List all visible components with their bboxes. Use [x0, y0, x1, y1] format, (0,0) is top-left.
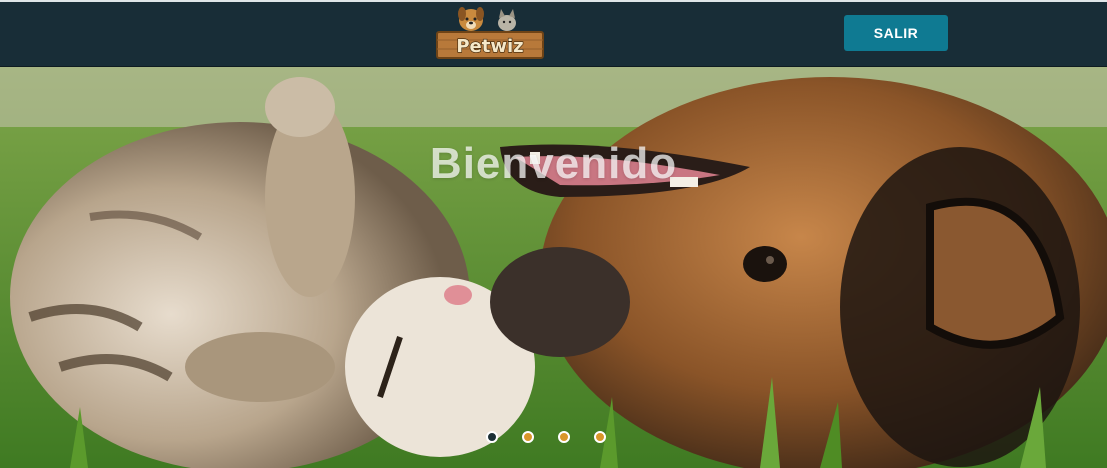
- top-navbar: Petwiz SALIR: [0, 0, 1107, 67]
- cat-and-dog-playing-photo-icon: [0, 67, 1107, 468]
- carousel-dot-4[interactable]: [594, 431, 606, 443]
- logo-text: Petwiz: [456, 36, 523, 57]
- carousel-dot-3[interactable]: [558, 431, 570, 443]
- petwiz-logo[interactable]: Petwiz: [435, 2, 545, 62]
- exit-button[interactable]: SALIR: [844, 15, 948, 51]
- hero-title: Bienvenido: [429, 139, 678, 188]
- carousel-dot-1[interactable]: [486, 431, 498, 443]
- dog-and-cat-logo-icon: Petwiz: [436, 7, 544, 59]
- carousel-indicators: [486, 431, 606, 447]
- carousel-dot-2[interactable]: [522, 431, 534, 443]
- hero-carousel: Bienvenido: [0, 67, 1107, 468]
